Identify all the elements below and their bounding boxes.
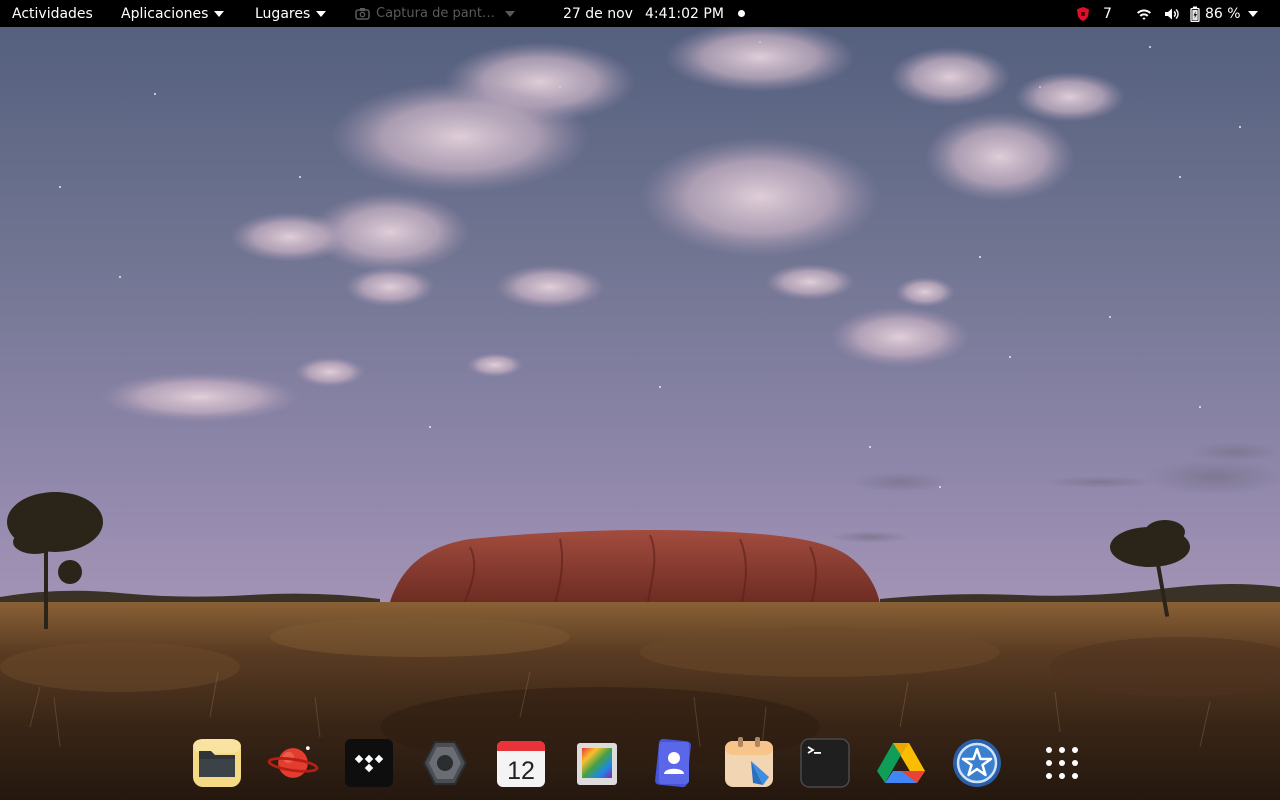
system-menu[interactable]: 86 % <box>1136 0 1258 27</box>
chevron-down-icon <box>1247 11 1258 17</box>
clock-button[interactable]: 27 de nov 4:41:02 PM <box>563 0 745 27</box>
desktop: Actividades Aplicaciones Lugares Captura… <box>0 0 1280 800</box>
dock-app-settings[interactable] <box>419 737 471 789</box>
places-label: Lugares <box>255 5 311 22</box>
dock-app-drive[interactable] <box>875 737 927 789</box>
app-grid-icon <box>1046 747 1078 779</box>
places-menu[interactable]: Lugares <box>255 0 327 27</box>
planet-saturn-icon <box>267 746 319 778</box>
dock-app-browser[interactable] <box>267 737 319 789</box>
dock-app-calendar[interactable]: 12 <box>495 737 547 789</box>
chevron-down-icon <box>505 11 516 17</box>
photos-icon <box>577 743 617 785</box>
clock-date: 27 de nov <box>563 5 633 22</box>
focused-app-menu[interactable]: Captura de pant… <box>355 0 516 27</box>
calendar-day-number: 12 <box>507 757 535 785</box>
contacts-icon <box>655 738 691 788</box>
dock-app-terminal[interactable] <box>799 737 851 789</box>
activities-button[interactable]: Actividades <box>12 0 93 27</box>
battery-percent: 86 % <box>1205 5 1241 22</box>
security-indicator[interactable]: 7 <box>1076 0 1112 27</box>
dock-app-image-viewer[interactable] <box>571 737 623 789</box>
top-bar: Actividades Aplicaciones Lugares Captura… <box>0 0 1280 27</box>
applications-menu[interactable]: Aplicaciones <box>121 0 225 27</box>
wifi-icon <box>1136 7 1152 21</box>
hexagon-nut-icon <box>422 741 468 785</box>
screenshot-camera-icon <box>355 7 370 20</box>
clock-time: 4:41:02 PM <box>644 5 724 22</box>
folder-icon <box>193 739 241 787</box>
dock-app-music[interactable] <box>343 737 395 789</box>
dock-app-contacts[interactable] <box>647 737 699 789</box>
shield-icon <box>1076 6 1090 22</box>
speaker-volume-icon <box>1164 7 1180 21</box>
security-count: 7 <box>1103 5 1112 22</box>
tidal-icon <box>345 739 393 787</box>
applications-label: Aplicaciones <box>121 5 209 22</box>
dock-app-notes[interactable] <box>723 737 775 789</box>
chevron-down-icon <box>316 11 327 17</box>
desktop-wallpaper <box>0 27 1280 800</box>
chevron-down-icon <box>214 11 225 17</box>
notification-dot-icon <box>737 10 745 17</box>
calendar-icon: 12 <box>497 741 545 787</box>
dock-app-software[interactable] <box>951 737 1003 789</box>
dock-show-applications[interactable] <box>1036 737 1088 789</box>
activities-label: Actividades <box>12 5 93 22</box>
google-drive-icon <box>877 743 925 783</box>
battery-charging-icon <box>1190 6 1200 22</box>
dock-app-files[interactable] <box>191 737 243 789</box>
terminal-icon <box>800 738 850 788</box>
star-badge-icon <box>953 739 1001 787</box>
notes-icon <box>725 737 773 787</box>
focused-app-label: Captura de pant… <box>376 6 496 21</box>
